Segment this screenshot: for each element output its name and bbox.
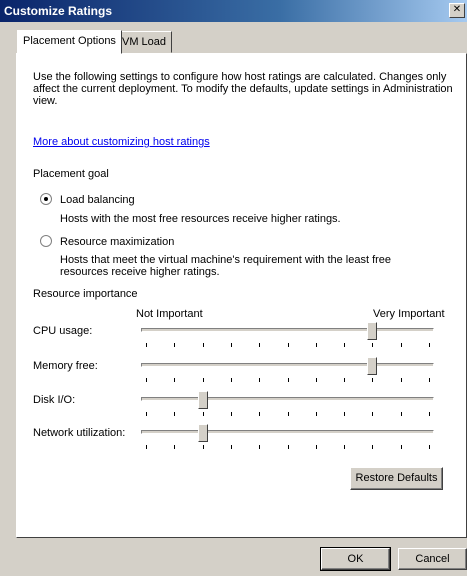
slider-tick	[146, 445, 147, 449]
ok-button[interactable]: OK	[320, 547, 391, 571]
slider-tick	[344, 378, 346, 382]
slider-tick	[202, 343, 204, 347]
slider-tick	[372, 343, 374, 347]
slider-tick	[146, 412, 147, 416]
slider-tick	[372, 412, 374, 416]
slider-track[interactable]	[141, 363, 434, 367]
title-bar: Customize Ratings ✕	[0, 0, 467, 22]
slider-thumb[interactable]	[197, 391, 208, 409]
scale-min-label: Not Important	[136, 308, 203, 320]
slider-tick	[429, 412, 430, 416]
slider-tick	[174, 378, 176, 382]
load-balancing-label: Load balancing	[60, 194, 135, 206]
slider-tick	[287, 445, 289, 449]
slider-tick	[400, 412, 402, 416]
placement-goal-label: Placement goal	[33, 168, 113, 180]
slider-label: Memory free:	[33, 360, 98, 372]
slider-tick	[202, 378, 204, 382]
slider-tick	[174, 445, 176, 449]
radio-load-balancing[interactable]	[40, 193, 52, 205]
resource-maximization-label: Resource maximization	[60, 236, 175, 248]
slider-track[interactable]	[141, 397, 434, 401]
slider-tick	[344, 412, 346, 416]
radio-resource-maximization[interactable]	[40, 235, 52, 247]
tab-panel: Use the following settings to configure …	[16, 53, 467, 538]
slider-tick	[230, 343, 232, 347]
slider-thumb[interactable]	[197, 424, 208, 442]
slider-tick	[315, 343, 317, 347]
slider-tick	[174, 343, 176, 347]
slider-tick	[429, 378, 430, 382]
slider-tick	[259, 343, 261, 347]
slider-tick	[372, 445, 374, 449]
slider-tick	[287, 343, 289, 347]
cancel-button[interactable]: Cancel	[398, 548, 467, 570]
slider-track[interactable]	[141, 430, 434, 434]
slider-label: Disk I/O:	[33, 394, 76, 406]
slider-tick	[259, 412, 261, 416]
tab-vm-load[interactable]: VM Load	[116, 31, 173, 53]
slider-tick	[230, 378, 232, 382]
slider-tick	[400, 343, 402, 347]
resource-maximization-description: Hosts that meet the virtual machine's re…	[60, 254, 392, 278]
slider-tick	[287, 378, 289, 382]
slider-tick	[429, 445, 430, 449]
help-link[interactable]: More about customizing host ratings	[33, 136, 210, 148]
slider-tick	[429, 343, 430, 347]
slider-label: CPU usage:	[33, 325, 93, 337]
close-icon: ✕	[452, 4, 462, 15]
slider-tick	[315, 378, 317, 382]
slider-tick	[344, 445, 346, 449]
slider-tick	[400, 378, 402, 382]
slider-label: Network utilization:	[33, 427, 126, 439]
slider-thumb[interactable]	[367, 322, 378, 340]
slider-tick	[146, 378, 147, 382]
load-balancing-description: Hosts with the most free resources recei…	[60, 213, 341, 225]
slider-tick	[315, 412, 317, 416]
slider-tick	[372, 378, 374, 382]
slider-tick	[174, 412, 176, 416]
dialog-client: Placement Options VM Load Use the follow…	[8, 22, 467, 576]
slider-tick	[202, 412, 204, 416]
slider-tick	[344, 343, 346, 347]
slider-thumb[interactable]	[367, 357, 378, 375]
slider-tick	[400, 445, 402, 449]
restore-defaults-button[interactable]: Restore Defaults	[350, 467, 443, 490]
close-button[interactable]: ✕	[449, 3, 465, 18]
slider-tick	[202, 445, 204, 449]
intro-text: Use the following settings to configure …	[33, 71, 453, 107]
slider-tick	[259, 378, 261, 382]
slider-tick	[259, 445, 261, 449]
slider-tick	[230, 412, 232, 416]
slider-tick	[146, 343, 147, 347]
tab-placement-options[interactable]: Placement Options	[17, 30, 122, 54]
window-title: Customize Ratings	[4, 4, 113, 18]
radio-selected-dot	[44, 197, 48, 201]
slider-tick	[230, 445, 232, 449]
slider-track[interactable]	[141, 328, 434, 332]
slider-tick	[287, 412, 289, 416]
resource-importance-label: Resource importance	[33, 288, 142, 300]
scale-max-label: Very Important	[373, 308, 445, 320]
slider-tick	[315, 445, 317, 449]
